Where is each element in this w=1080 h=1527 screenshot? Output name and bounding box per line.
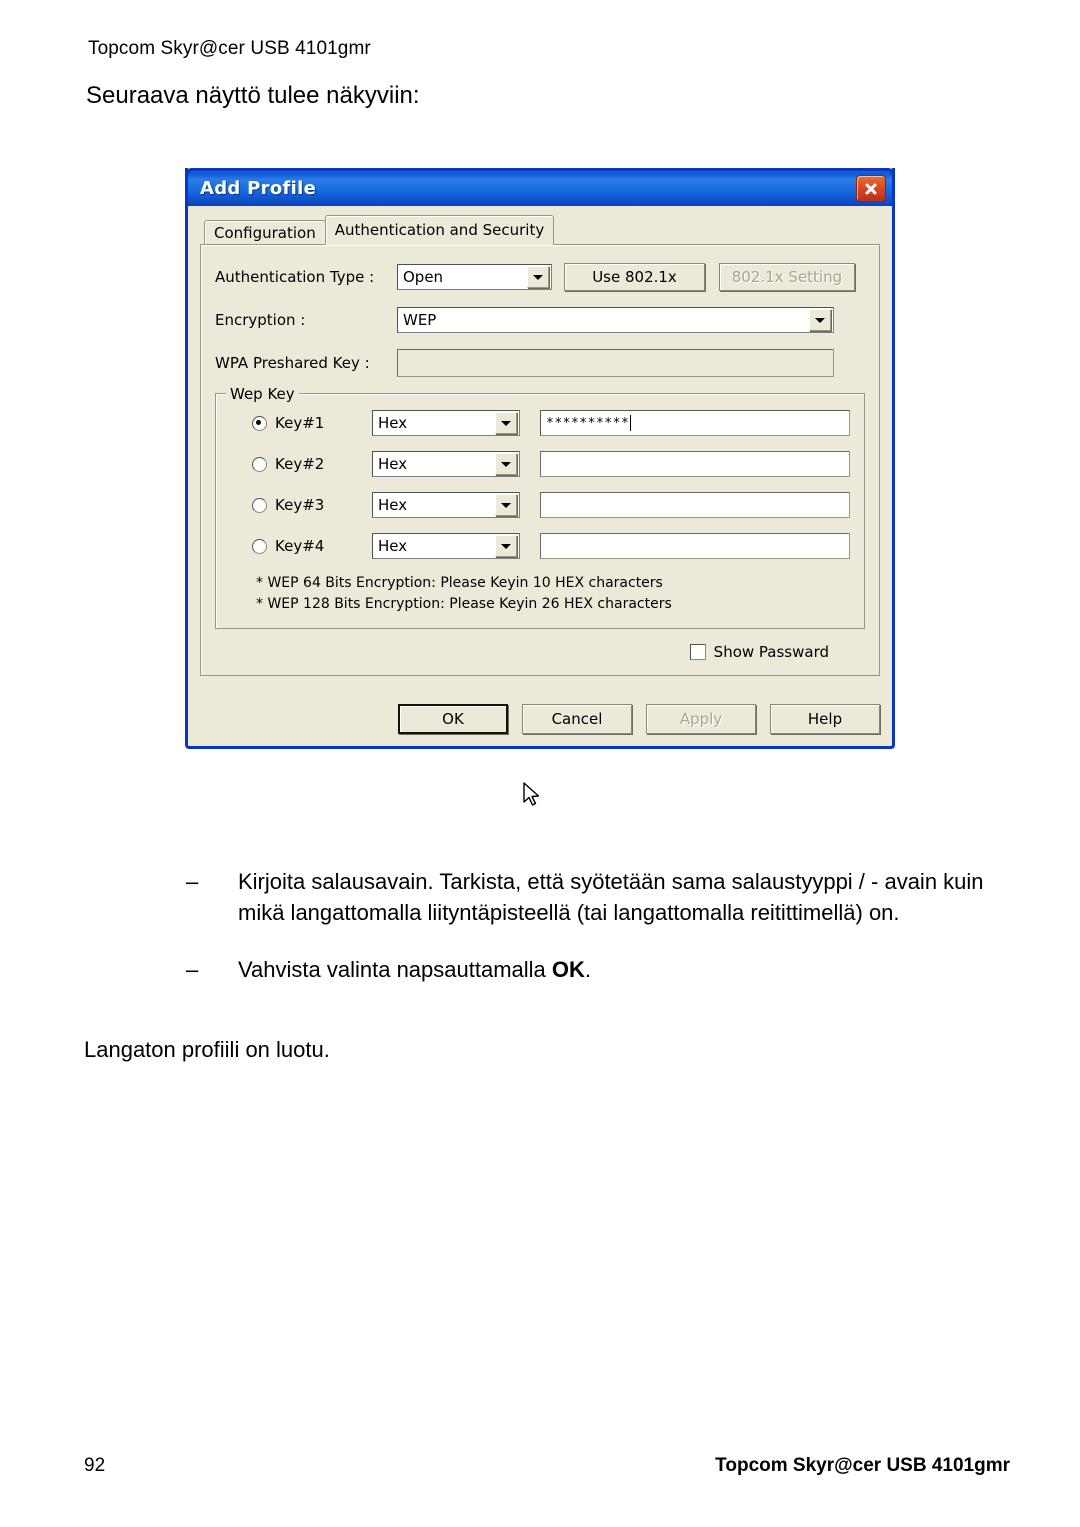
- encryption-select[interactable]: WEP: [397, 307, 834, 333]
- key4-radio[interactable]: [252, 538, 267, 554]
- encryption-label: Encryption :: [215, 311, 306, 329]
- authentication-type-select[interactable]: Open: [397, 264, 552, 290]
- chevron-down-icon[interactable]: [527, 266, 549, 288]
- instruction-list: – Kirjoita salausavain. Tarkista, että s…: [186, 866, 986, 1011]
- key1-input[interactable]: **********: [540, 410, 850, 436]
- use-8021x-button[interactable]: Use 802.1x: [564, 263, 705, 291]
- dialog-title: Add Profile: [200, 178, 317, 199]
- list-dash: –: [186, 869, 199, 894]
- key4-format-select[interactable]: Hex: [372, 533, 520, 559]
- tab-authentication-and-security[interactable]: Authentication and Security: [324, 215, 555, 245]
- wep-hint-line-1: * WEP 64 Bits Encryption: Please Keyin 1…: [256, 575, 663, 591]
- key3-format-select[interactable]: Hex: [372, 492, 520, 518]
- wep-key-group-title: Wep Key: [226, 385, 299, 403]
- key1-format-select[interactable]: Hex: [372, 410, 520, 436]
- show-password-row[interactable]: Show Passward: [215, 643, 865, 661]
- chevron-down-icon[interactable]: [495, 412, 517, 434]
- 8021x-setting-button: 802.1x Setting: [719, 263, 855, 291]
- list-dash: –: [186, 957, 199, 982]
- page-footer: 92 Topcom Skyr@cer USB 4101gmr: [84, 1455, 1010, 1477]
- list-item-text: Vahvista valinta napsauttamalla OK.: [238, 954, 986, 985]
- chevron-down-icon[interactable]: [495, 535, 517, 557]
- wep-key-group: Wep Key Key#1 Hex ********** Key#2 Hex K…: [215, 385, 865, 629]
- row-wpa-preshared-key: WPA Preshared Key :: [215, 349, 865, 377]
- key2-radio[interactable]: [252, 456, 267, 472]
- text-caret: [630, 415, 632, 431]
- key3-input[interactable]: [540, 492, 850, 518]
- key3-radio[interactable]: [252, 497, 267, 513]
- close-icon[interactable]: [856, 175, 886, 202]
- wep-key-row: Key#4 Hex: [230, 533, 850, 559]
- list-item: – Vahvista valinta napsauttamalla OK.: [186, 954, 986, 985]
- authentication-type-label: Authentication Type :: [215, 268, 375, 286]
- key1-format-value: Hex: [378, 414, 408, 432]
- document-page: Topcom Skyr@cer USB 4101gmr Seuraava näy…: [0, 0, 1080, 1527]
- tab-strip: Configuration Authentication and Securit…: [200, 215, 880, 245]
- page-number: 92: [84, 1455, 106, 1476]
- encryption-value: WEP: [403, 311, 437, 329]
- wpa-preshared-key-label: WPA Preshared Key :: [215, 354, 370, 372]
- show-password-label: Show Passward: [713, 643, 829, 661]
- page-header: Topcom Skyr@cer USB 4101gmr: [88, 38, 371, 59]
- wep-key-row: Key#1 Hex **********: [230, 410, 850, 436]
- key1-radio[interactable]: [252, 415, 267, 431]
- key1-label: Key#1: [275, 414, 325, 432]
- wep-hint-line-2: * WEP 128 Bits Encryption: Please Keyin …: [256, 596, 672, 612]
- dialog-footer: OK Cancel Apply Help: [188, 688, 892, 746]
- key2-format-value: Hex: [378, 455, 408, 473]
- list-item-text: Kirjoita salausavain. Tarkista, että syö…: [238, 869, 984, 925]
- help-button[interactable]: Help: [770, 704, 880, 734]
- apply-button: Apply: [646, 704, 756, 734]
- list-item-text-after: .: [584, 957, 592, 982]
- key3-label: Key#3: [275, 496, 325, 514]
- wep-key-row: Key#2 Hex: [230, 451, 850, 477]
- authentication-type-value: Open: [403, 268, 444, 286]
- row-encryption: Encryption : WEP: [215, 307, 865, 333]
- ok-button[interactable]: OK: [398, 704, 508, 734]
- mouse-cursor: [523, 782, 540, 806]
- show-password-checkbox[interactable]: [689, 644, 706, 660]
- key4-format-value: Hex: [378, 537, 408, 555]
- tab-configuration[interactable]: Configuration: [204, 220, 326, 244]
- key1-radio-wrap[interactable]: Key#1: [230, 414, 372, 432]
- chevron-down-icon[interactable]: [495, 453, 517, 475]
- list-item-text-before: Vahvista valinta napsauttamalla: [238, 957, 552, 982]
- cancel-button[interactable]: Cancel: [522, 704, 632, 734]
- key4-label: Key#4: [275, 537, 325, 555]
- tab-panel-authentication: Authentication Type : Open Use 802.1x 80…: [200, 244, 880, 676]
- key4-input[interactable]: [540, 533, 850, 559]
- closing-paragraph: Langaton profiili on luotu.: [84, 1037, 330, 1062]
- dialog-titlebar: Add Profile: [185, 168, 895, 206]
- key1-value: **********: [546, 415, 630, 431]
- key2-radio-wrap[interactable]: Key#2: [230, 455, 372, 473]
- key2-label: Key#2: [275, 455, 325, 473]
- wpa-preshared-key-input: [397, 349, 834, 377]
- row-authentication-type: Authentication Type : Open Use 802.1x 80…: [215, 263, 865, 291]
- chevron-down-icon[interactable]: [809, 309, 831, 331]
- key2-format-select[interactable]: Hex: [372, 451, 520, 477]
- chevron-down-icon[interactable]: [495, 494, 517, 516]
- list-item: – Kirjoita salausavain. Tarkista, että s…: [186, 866, 986, 928]
- key2-input[interactable]: [540, 451, 850, 477]
- footer-title: Topcom Skyr@cer USB 4101gmr: [715, 1455, 1010, 1476]
- key3-radio-wrap[interactable]: Key#3: [230, 496, 372, 514]
- key4-radio-wrap[interactable]: Key#4: [230, 537, 372, 555]
- wep-key-row: Key#3 Hex: [230, 492, 850, 518]
- key3-format-value: Hex: [378, 496, 408, 514]
- list-item-text-bold: OK: [551, 957, 585, 982]
- dialog-body: Configuration Authentication and Securit…: [188, 206, 892, 688]
- add-profile-dialog: Add Profile Configuration Authentication…: [185, 168, 895, 749]
- page-intro-text: Seuraava näyttö tulee näkyviin:: [86, 82, 420, 109]
